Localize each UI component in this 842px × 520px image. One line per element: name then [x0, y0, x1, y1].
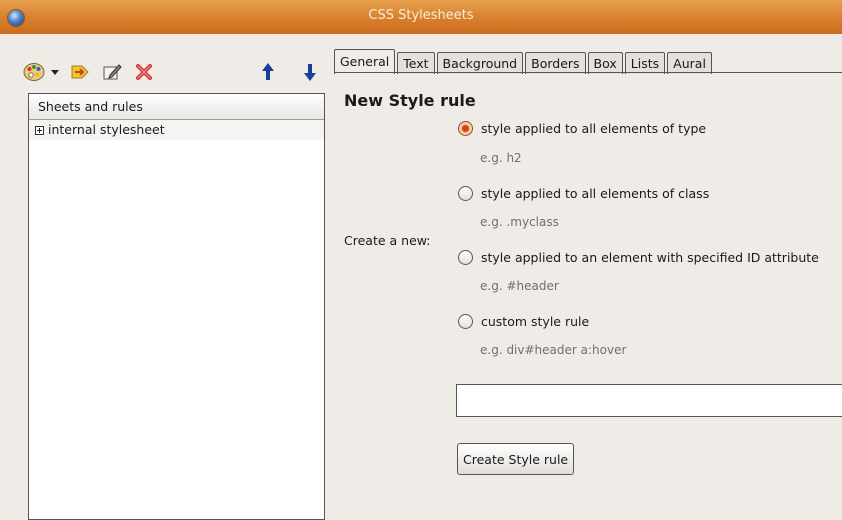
window-title: CSS Stylesheets [368, 8, 474, 23]
tree-column-header[interactable]: Sheets and rules [29, 94, 324, 120]
move-down-icon[interactable] [298, 60, 322, 84]
rule-selector-input[interactable] [456, 384, 842, 417]
tab-box[interactable]: Box [587, 52, 623, 74]
tab-lists[interactable]: Lists [624, 52, 666, 74]
tab-bar: General Text Background Borders Box List… [334, 49, 714, 74]
option-class[interactable]: style applied to all elements of class [458, 186, 709, 201]
option-example: e.g. .myclass [480, 215, 559, 229]
option-label: custom style rule [481, 314, 590, 329]
tab-text[interactable]: Text [397, 52, 435, 74]
dropdown-arrow-icon[interactable] [48, 60, 62, 84]
palette-icon[interactable] [22, 60, 46, 84]
import-sheet-icon[interactable] [68, 60, 92, 84]
radio-icon[interactable] [458, 314, 473, 329]
option-example: e.g. div#header a:hover [480, 343, 627, 357]
radio-icon[interactable] [458, 186, 473, 201]
option-custom-rule[interactable]: custom style rule [458, 314, 589, 329]
radio-checked-icon[interactable] [458, 121, 473, 136]
move-up-icon[interactable] [256, 60, 280, 84]
create-style-rule-button[interactable]: Create Style rule [457, 443, 575, 475]
sheets-tree[interactable]: Sheets and rules internal stylesheet [28, 93, 325, 520]
radio-icon[interactable] [458, 250, 473, 265]
tab-borders[interactable]: Borders [525, 52, 586, 74]
option-id-attribute[interactable]: style applied to an element with specifi… [458, 250, 819, 265]
create-new-label: Create a new: [344, 233, 431, 248]
tab-aural[interactable]: Aural [667, 52, 712, 74]
edit-icon[interactable] [100, 60, 124, 84]
option-element-type[interactable]: style applied to all elements of type [458, 121, 706, 136]
option-example: e.g. #header [480, 279, 559, 293]
delete-icon[interactable] [132, 60, 156, 84]
tree-item-label: internal stylesheet [48, 122, 165, 137]
tab-divider [334, 72, 842, 73]
tree-item[interactable]: internal stylesheet [29, 120, 324, 140]
option-label: style applied to all elements of class [481, 186, 710, 201]
panel-title: New Style rule [344, 91, 476, 110]
dialog-body: Sheets and rules internal stylesheet Gen… [0, 34, 842, 520]
tab-background[interactable]: Background [436, 52, 524, 74]
tab-general[interactable]: General [334, 49, 396, 74]
option-label: style applied to all elements of type [481, 121, 707, 136]
option-label: style applied to an element with specifi… [481, 250, 819, 265]
window-titlebar: CSS Stylesheets [0, 0, 842, 35]
expand-icon[interactable] [35, 125, 44, 135]
option-example: e.g. h2 [480, 151, 522, 165]
